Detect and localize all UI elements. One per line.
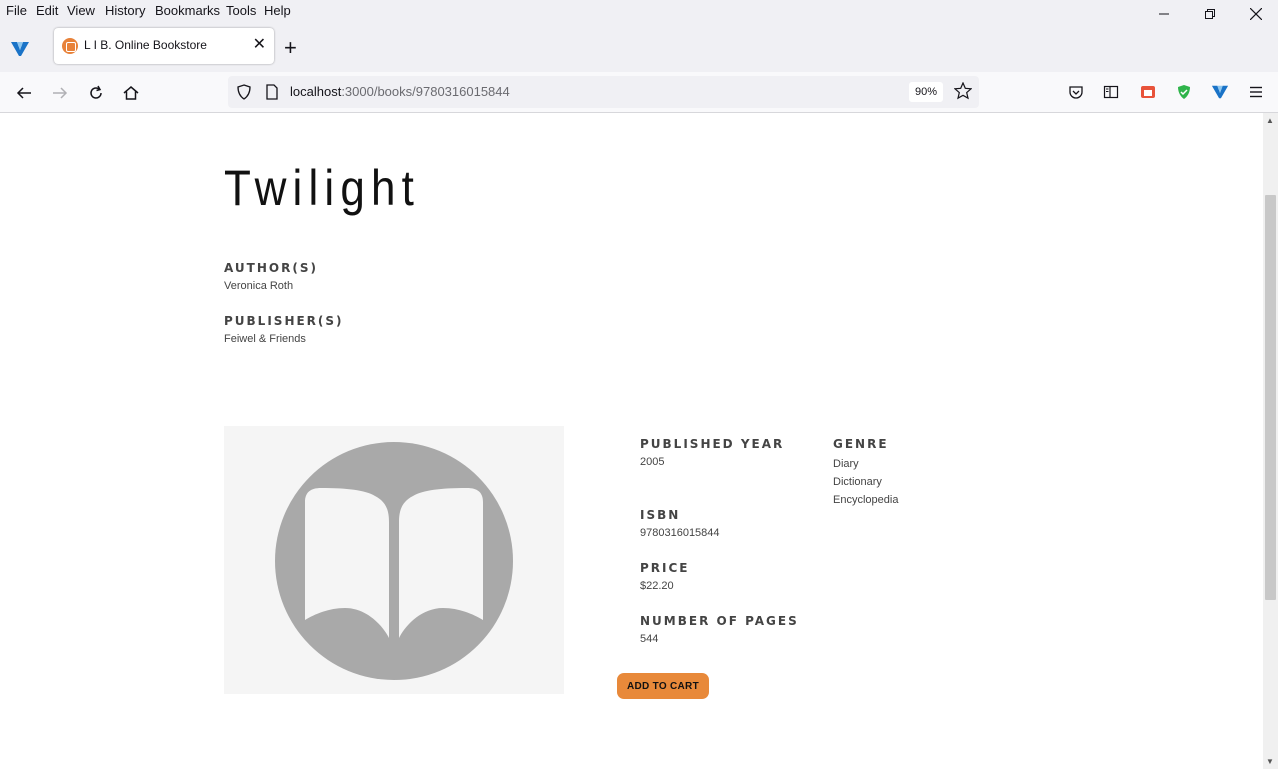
green-shield-icon	[1178, 85, 1190, 99]
scroll-up-icon[interactable]: ▲	[1266, 116, 1274, 125]
genre-item: Encyclopedia	[833, 494, 899, 506]
forward-arrow-icon	[53, 87, 68, 99]
pages-value: 544	[640, 633, 659, 645]
menu-file[interactable]: File	[6, 3, 27, 18]
url-text[interactable]: localhost:3000/books/9780316015844	[290, 84, 510, 99]
forward-button[interactable]	[48, 81, 72, 105]
genre-item: Diary	[833, 458, 859, 470]
sidebar-icon	[1103, 85, 1119, 99]
tab-close-icon[interactable]: ✕	[253, 36, 266, 54]
tracking-shield-icon[interactable]	[236, 84, 252, 100]
published-year-label: PUBLISHED YEAR	[640, 437, 785, 451]
extension-logo-button[interactable]	[1210, 82, 1230, 102]
menu-view[interactable]: View	[67, 3, 95, 18]
url-host: localhost	[290, 84, 342, 99]
open-book-icon	[275, 442, 513, 680]
back-arrow-icon	[16, 87, 31, 99]
menu-tools[interactable]: Tools	[226, 3, 256, 18]
reader-view-button[interactable]	[1101, 82, 1121, 102]
home-icon	[123, 86, 139, 100]
tab-title: L I B. Online Bookstore	[84, 38, 207, 52]
url-path: :3000/books/9780316015844	[341, 84, 510, 99]
genre-list: Diary Dictionary Encyclopedia	[833, 455, 898, 509]
back-button[interactable]	[12, 81, 36, 105]
browser-logo-icon[interactable]	[10, 41, 30, 57]
authors-label: AUTHOR(S)	[224, 261, 318, 275]
zoom-level-button[interactable]: 90%	[909, 82, 943, 102]
isbn-value: 9780316015844	[640, 527, 720, 539]
restore-icon	[1205, 9, 1215, 19]
menu-bookmarks[interactable]: Bookmarks	[155, 3, 220, 18]
authors-value: Veronica Roth	[224, 280, 294, 292]
reload-icon	[90, 85, 102, 99]
menu-help[interactable]: Help	[264, 3, 291, 18]
reload-button[interactable]	[84, 81, 108, 105]
book-cover	[224, 426, 564, 694]
extension-red-button[interactable]	[1138, 82, 1158, 102]
genre-label: GENRE	[833, 437, 889, 451]
pocket-icon	[1069, 86, 1083, 99]
app-menu-button[interactable]	[1246, 82, 1266, 102]
price-value: $22.20	[640, 580, 674, 592]
vertical-scrollbar[interactable]: ▲ ▼	[1263, 113, 1278, 769]
hamburger-menu-icon	[1250, 86, 1262, 98]
screenshot-extension-icon	[1141, 86, 1155, 98]
tab-bookstore[interactable]: L I B. Online Bookstore ✕	[54, 28, 274, 64]
browser-logo-icon	[1211, 85, 1229, 99]
pocket-button[interactable]	[1066, 82, 1086, 102]
menu-edit[interactable]: Edit	[36, 3, 58, 18]
publishers-label: PUBLISHER(S)	[224, 314, 344, 328]
bookmark-star-icon[interactable]	[954, 82, 972, 100]
scroll-down-icon[interactable]: ▼	[1266, 757, 1274, 766]
add-to-cart-button[interactable]: ADD TO CART	[617, 673, 709, 699]
price-label: PRICE	[640, 561, 690, 575]
bookstore-favicon-icon	[62, 38, 78, 54]
menu-history[interactable]: History	[105, 3, 145, 18]
isbn-label: ISBN	[640, 508, 681, 522]
close-icon	[1250, 8, 1262, 20]
extension-shield-button[interactable]	[1174, 82, 1194, 102]
scrollbar-thumb[interactable]	[1265, 195, 1276, 600]
genre-item: Dictionary	[833, 476, 882, 488]
book-title: Twilight	[224, 160, 421, 216]
published-year-value: 2005	[640, 456, 665, 468]
nav-bar: localhost:3000/books/9780316015844 90%	[0, 72, 1278, 113]
publishers-value: Feiwel & Friends	[224, 333, 306, 345]
tab-bar: L I B. Online Bookstore ✕ +	[0, 22, 1278, 72]
new-tab-button[interactable]: +	[284, 37, 297, 59]
page-info-icon[interactable]	[264, 84, 280, 100]
address-bar[interactable]: localhost:3000/books/9780316015844 90%	[228, 76, 979, 108]
page-content: Twilight AUTHOR(S) Veronica Roth PUBLISH…	[0, 113, 1263, 769]
home-button[interactable]	[119, 81, 143, 105]
minimize-icon	[1159, 13, 1169, 15]
menu-bar: File Edit View History Bookmarks Tools H…	[0, 0, 1278, 22]
pages-label: NUMBER OF PAGES	[640, 614, 799, 628]
